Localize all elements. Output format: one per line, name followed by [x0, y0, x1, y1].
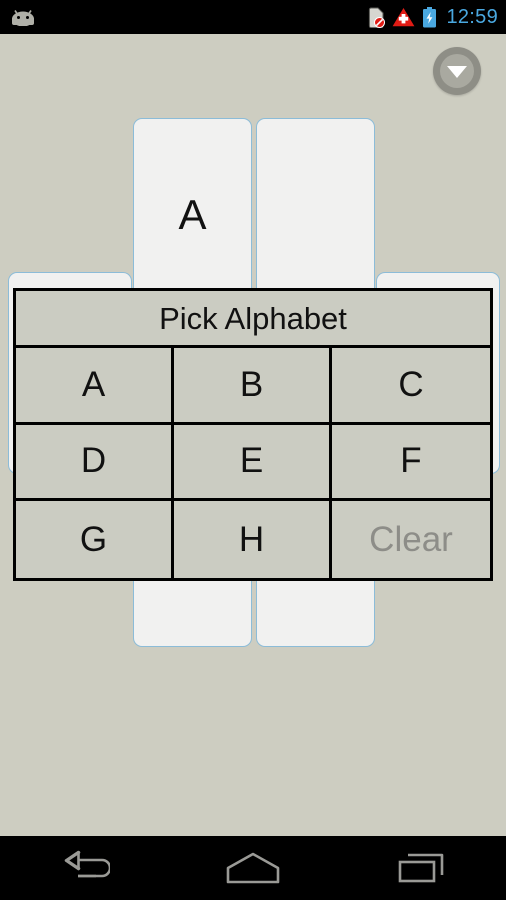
- back-button[interactable]: [29, 836, 139, 900]
- collapse-panel-button[interactable]: [433, 47, 481, 95]
- back-arrow-icon: [65, 850, 111, 878]
- dialog-title: Pick Alphabet: [16, 291, 490, 348]
- alphabet-cell-h[interactable]: H: [174, 501, 332, 578]
- status-bar-clock: 12:59: [446, 6, 498, 28]
- recents-icon: [398, 853, 443, 883]
- warning-triangle-icon: [393, 8, 415, 27]
- collapse-button-disc: [440, 54, 474, 88]
- letter-card-left-value: A: [178, 191, 207, 238]
- status-bar-right-icons: 12:59: [368, 0, 498, 34]
- pick-alphabet-dialog: Pick Alphabet A B C D E F G H Clear: [13, 288, 493, 581]
- android-navigation-bar: [0, 836, 506, 900]
- battery-charging-icon: [423, 6, 437, 27]
- recents-button[interactable]: [367, 836, 477, 900]
- chevron-down-icon: [447, 66, 467, 78]
- android-robot-icon: [12, 10, 34, 26]
- alphabet-cell-d[interactable]: D: [16, 424, 174, 502]
- alphabet-cell-b[interactable]: B: [174, 348, 332, 425]
- alphabet-cell-f[interactable]: F: [332, 424, 490, 502]
- home-button[interactable]: [198, 836, 308, 900]
- device-screen: 12:59 A Pick Alphabet A B C D E F G H Cl…: [0, 0, 506, 900]
- status-bar: 12:59: [0, 0, 506, 34]
- home-icon: [226, 852, 280, 884]
- alphabet-cell-e[interactable]: E: [174, 424, 332, 502]
- alphabet-grid: A B C D E F G H Clear: [16, 348, 490, 578]
- alphabet-cell-c[interactable]: C: [332, 348, 490, 425]
- alphabet-cell-g[interactable]: G: [16, 501, 174, 578]
- alphabet-cell-clear[interactable]: Clear: [332, 501, 490, 578]
- alphabet-cell-a[interactable]: A: [16, 348, 174, 425]
- status-bar-left-icons: [10, 0, 36, 34]
- sim-card-missing-icon: [369, 7, 386, 28]
